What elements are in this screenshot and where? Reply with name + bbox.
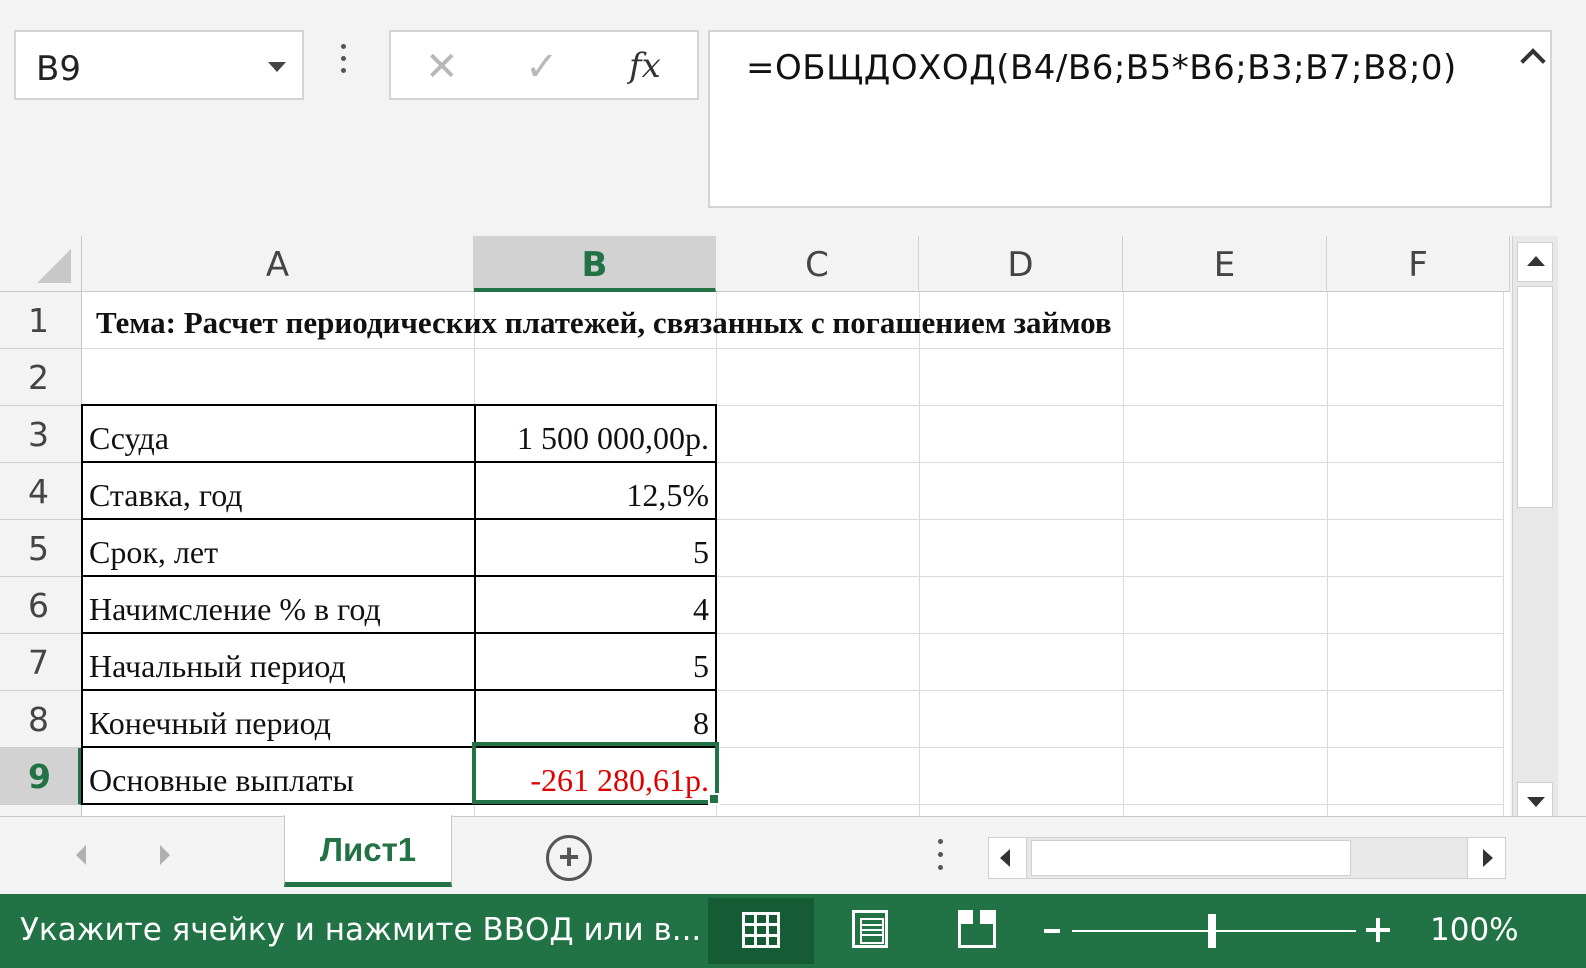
zoom-level[interactable]: 100% <box>1430 912 1519 948</box>
row-header-4[interactable]: 4 <box>0 463 82 520</box>
cell-a8[interactable]: Конечный период <box>81 689 476 748</box>
cell-b8[interactable]: 8 <box>474 689 717 748</box>
insert-function-icon[interactable]: fx <box>629 46 661 86</box>
active-cell-outline <box>472 742 719 804</box>
column-header-f[interactable]: F <box>1327 236 1510 292</box>
previous-sheet-icon[interactable] <box>76 845 86 865</box>
cell-a4[interactable]: Ставка, год <box>81 461 476 520</box>
name-box-value: B9 <box>36 49 81 89</box>
worksheet-grid: A B C D E F 1 2 3 4 5 6 7 8 9 Тема: Расч… <box>0 236 1510 816</box>
fill-handle[interactable] <box>708 793 720 805</box>
page-break-view-button[interactable] <box>922 898 1028 964</box>
cell-b3[interactable]: 1 500 000,00р. <box>474 404 717 463</box>
collapse-formula-bar-icon[interactable] <box>1520 48 1546 74</box>
cell-a6[interactable]: Начимсление % в год <box>81 575 476 634</box>
gridline <box>1123 292 1124 816</box>
cell-a5[interactable]: Срок, лет <box>81 518 476 577</box>
cell-b4[interactable]: 12,5% <box>474 461 717 520</box>
gridline <box>1503 292 1504 816</box>
vertical-dots-icon[interactable] <box>338 44 348 84</box>
zoom-out-icon[interactable] <box>1044 929 1060 933</box>
column-header-b[interactable]: B <box>474 236 716 292</box>
row-header-10[interactable] <box>0 805 82 816</box>
cell-a3[interactable]: Ссуда <box>81 404 476 463</box>
scroll-up-button[interactable] <box>1517 242 1553 282</box>
zoom-slider-knob[interactable] <box>1208 914 1216 948</box>
status-bar: Укажите ячейку и нажмите ВВОД или в... 1… <box>0 894 1586 968</box>
cell-a9[interactable]: Основные выплаты <box>81 746 476 805</box>
column-header-d[interactable]: D <box>919 236 1123 292</box>
status-message: Укажите ячейку и нажмите ВВОД или в... <box>20 912 702 948</box>
sheet-tab-bar: Лист1 + <box>0 815 1586 894</box>
row-header-1[interactable]: 1 <box>0 292 82 349</box>
column-header-c[interactable]: C <box>716 236 919 292</box>
scroll-left-button[interactable] <box>989 838 1027 878</box>
horizontal-scrollbar[interactable] <box>988 837 1506 879</box>
row-header-5[interactable]: 5 <box>0 520 82 577</box>
zoom-in-icon[interactable] <box>1366 916 1390 944</box>
column-header-a[interactable]: A <box>82 236 474 292</box>
formula-input[interactable]: =ОБЩДОХОД(B4/B6;B5*B6;B3;B7;B8;0) <box>708 30 1552 208</box>
gridline <box>919 292 920 816</box>
scroll-right-button[interactable] <box>1467 838 1505 878</box>
cancel-icon[interactable]: ✕ <box>425 44 459 90</box>
page-break-icon <box>958 910 996 948</box>
vertical-scrollbar[interactable] <box>1512 236 1558 822</box>
normal-view-button[interactable] <box>708 898 814 964</box>
chevron-down-icon[interactable] <box>268 62 286 72</box>
column-header-e[interactable]: E <box>1123 236 1327 292</box>
formula-buttons: ✕ ✓ fx <box>389 30 699 100</box>
formula-text[interactable]: =ОБЩДОХОД(B4/B6;B5*B6;B3;B7;B8;0) <box>746 48 1457 88</box>
select-all-button[interactable] <box>0 236 82 292</box>
row-header-2[interactable]: 2 <box>0 349 82 406</box>
cell-a1[interactable]: Тема: Расчет периодических платежей, свя… <box>82 292 1322 349</box>
row-header-9[interactable]: 9 <box>0 748 82 805</box>
page-layout-view-button[interactable] <box>816 898 922 964</box>
vertical-scroll-thumb[interactable] <box>1517 286 1553 508</box>
page-layout-icon <box>852 910 888 948</box>
row-header-3[interactable]: 3 <box>0 406 82 463</box>
cell-a7[interactable]: Начальный период <box>81 632 476 691</box>
row-header-8[interactable]: 8 <box>0 691 82 748</box>
name-box[interactable]: B9 <box>14 30 304 100</box>
select-all-icon <box>37 249 71 283</box>
enter-icon[interactable]: ✓ <box>525 44 559 90</box>
row-header-7[interactable]: 7 <box>0 634 82 691</box>
sheet-tab-list1[interactable]: Лист1 <box>284 815 452 887</box>
vertical-dots-icon[interactable] <box>938 839 943 878</box>
add-sheet-icon[interactable]: + <box>546 835 592 881</box>
gridline <box>1327 292 1328 816</box>
horizontal-scroll-thumb[interactable] <box>1031 840 1351 876</box>
cell-b6[interactable]: 4 <box>474 575 717 634</box>
cell-b7[interactable]: 5 <box>474 632 717 691</box>
row-header-6[interactable]: 6 <box>0 577 82 634</box>
formula-bar-area: B9 ✕ ✓ fx =ОБЩДОХОД(B4/B6;B5*B6;B3;B7;B8… <box>0 0 1586 222</box>
normal-view-icon <box>742 912 780 948</box>
cell-b5[interactable]: 5 <box>474 518 717 577</box>
next-sheet-icon[interactable] <box>160 845 170 865</box>
